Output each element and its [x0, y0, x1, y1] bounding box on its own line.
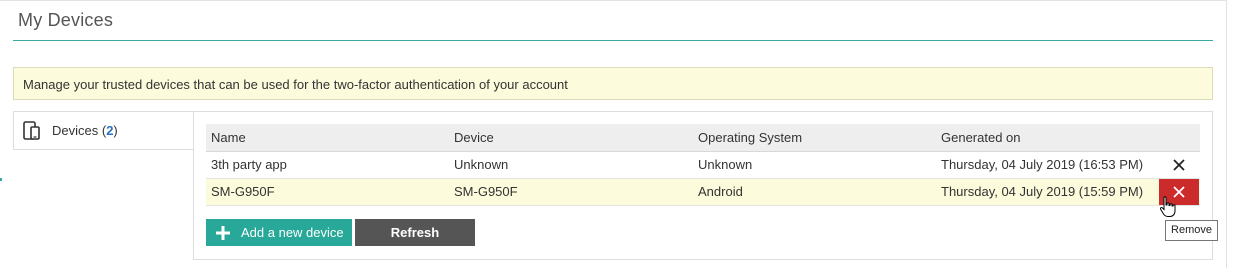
- page-title: My Devices: [18, 10, 114, 30]
- cell-action: [1157, 151, 1200, 179]
- page: My Devices Manage your trusted devices t…: [0, 0, 1236, 268]
- cell-name: SM-G950F: [206, 178, 449, 206]
- column-header-actions: [1157, 124, 1200, 152]
- add-device-button[interactable]: Add a new device: [206, 219, 352, 246]
- tab-devices-label: Devices (2): [52, 123, 118, 138]
- title-divider: [13, 40, 1213, 41]
- cell-device: Unknown: [449, 151, 693, 179]
- hand-pointer-cursor-icon: [1159, 196, 1176, 217]
- info-banner: Manage your trusted devices that can be …: [13, 67, 1213, 100]
- refresh-button[interactable]: Refresh: [355, 219, 475, 246]
- table-header-row: Name Device Operating System Generated o…: [206, 124, 1200, 152]
- cell-generated: Thursday, 04 July 2019 (15:59 PM): [936, 178, 1157, 206]
- cell-os: Android: [693, 178, 936, 206]
- column-header-device[interactable]: Device: [449, 124, 693, 152]
- column-header-os[interactable]: Operating System: [693, 124, 936, 152]
- close-icon: [1172, 158, 1185, 171]
- table-row[interactable]: 3th party app Unknown Unknown Thursday, …: [206, 151, 1200, 179]
- cell-generated: Thursday, 04 July 2019 (16:53 PM): [936, 151, 1157, 179]
- mobile-devices-icon: [23, 120, 40, 140]
- cell-name: 3th party app: [206, 151, 449, 179]
- table-row[interactable]: SM-G950F SM-G950F Android Thursday, 04 J…: [206, 178, 1200, 206]
- remove-device-button[interactable]: [1159, 152, 1199, 178]
- cell-os: Unknown: [693, 151, 936, 179]
- tab-devices[interactable]: Devices (2): [13, 111, 194, 150]
- remove-tooltip: Remove: [1165, 220, 1218, 241]
- devices-table: Name Device Operating System Generated o…: [206, 124, 1200, 206]
- add-device-label: Add a new device: [241, 225, 344, 240]
- column-header-name[interactable]: Name: [206, 124, 449, 152]
- left-edge-marker: [0, 178, 2, 181]
- cell-device: SM-G950F: [449, 178, 693, 206]
- plus-icon: [216, 225, 230, 240]
- column-header-generated[interactable]: Generated on: [936, 124, 1157, 152]
